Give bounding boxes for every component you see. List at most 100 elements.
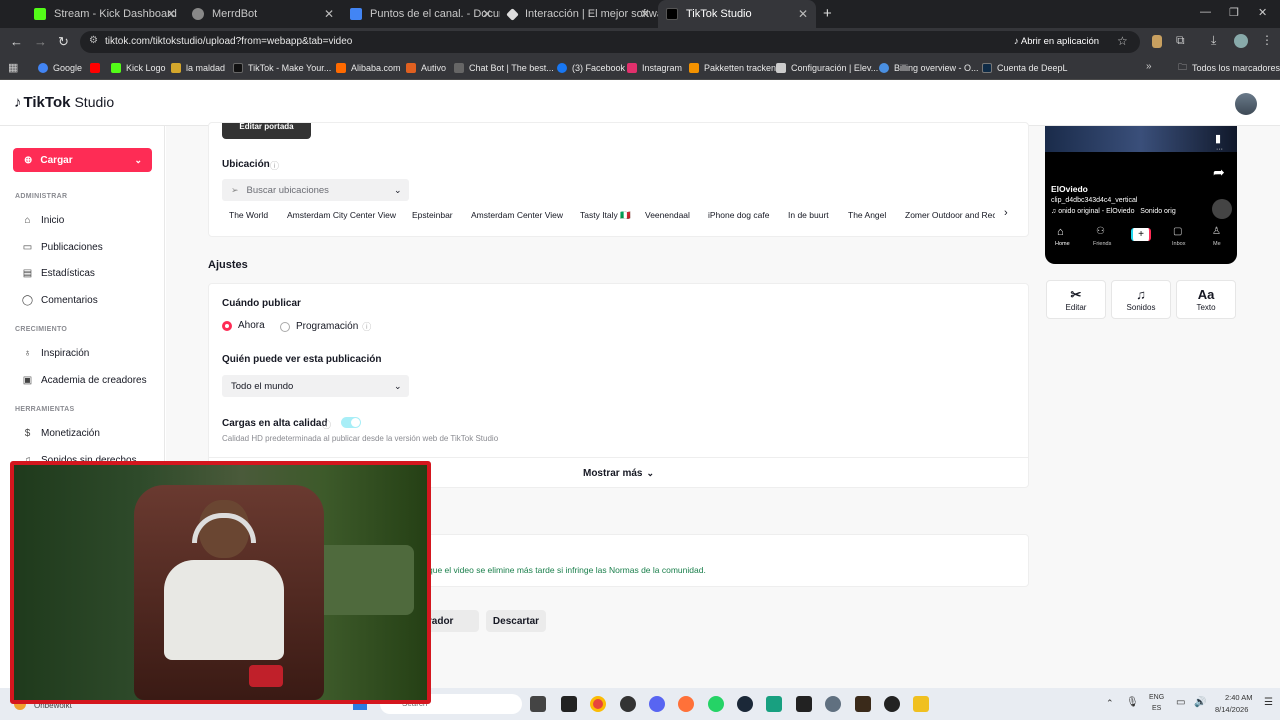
globe-icon (192, 8, 204, 20)
open-in-app-button[interactable]: ♪ Abrir en aplicación (1014, 36, 1099, 47)
upload-button[interactable]: ⊕ Cargar ⌄ (13, 148, 152, 172)
bookmark[interactable]: la maldad (171, 56, 225, 80)
tiktok-studio-logo[interactable]: ♪ TikTok Studio (14, 94, 114, 111)
bookmark[interactable]: Autivo (406, 56, 446, 80)
browser-tab[interactable]: Interacción | El mejor software ✕ (500, 0, 658, 28)
reload-icon[interactable]: ↻ (58, 34, 69, 50)
profile-avatar[interactable] (1234, 34, 1248, 48)
site-info-icon[interactable]: ⚙ (89, 35, 98, 46)
taskview-icon[interactable] (530, 696, 546, 712)
browser-tab-active[interactable]: TikTok Studio ✕ (658, 0, 816, 28)
star-icon[interactable]: ☆ (1117, 34, 1128, 48)
media-player-icon[interactable] (884, 696, 900, 712)
close-icon[interactable]: ✕ (640, 7, 650, 21)
all-bookmarks[interactable]: 🗀 Todos los marcadores (1178, 56, 1280, 80)
audio-app-icon[interactable] (766, 696, 782, 712)
new-tab-button[interactable]: + (823, 5, 832, 22)
sidebar-item-analytics[interactable]: ▤ Estadísticas (22, 268, 95, 279)
sidebar-item-monetization[interactable]: $ Monetización (22, 428, 100, 439)
location-chip[interactable]: Amsterdam City Center View (287, 210, 396, 220)
chrome-icon[interactable] (590, 696, 606, 712)
maximize-button[interactable]: ❐ (1229, 6, 1239, 19)
url-field[interactable]: ⚙ tiktok.com/tiktokstudio/upload?from=we… (80, 31, 1140, 53)
notification-icon[interactable]: ☰ (1264, 697, 1273, 708)
extension-icon[interactable] (1152, 35, 1162, 48)
obs-icon[interactable] (796, 696, 812, 712)
location-search-input[interactable]: ➢ Buscar ubicaciones ⌄ (222, 179, 409, 201)
user-avatar[interactable] (1235, 93, 1257, 115)
bookmark[interactable]: (3) Facebook (557, 56, 625, 80)
hq-toggle[interactable] (341, 417, 361, 428)
close-icon[interactable]: ✕ (482, 7, 492, 21)
location-chip[interactable]: The World (229, 210, 268, 220)
volume-icon[interactable]: 🔊 (1194, 697, 1206, 708)
menu-icon[interactable]: ⋮ (1261, 33, 1273, 47)
location-chip[interactable]: Amsterdam Center View (471, 210, 563, 220)
whatsapp-icon[interactable] (708, 696, 724, 712)
sidebar-item-home[interactable]: ⌂ Inicio (22, 215, 64, 226)
chevron-right-icon[interactable]: › (1004, 207, 1008, 219)
location-chip[interactable]: Veenendaal (645, 210, 690, 220)
browser-tab[interactable]: Stream - Kick Dashboard ✕ (26, 0, 184, 28)
sidebar-item-posts[interactable]: ▭ Publicaciones (22, 242, 103, 253)
location-chip[interactable]: iPhone dog cafe (708, 210, 769, 220)
clock-date[interactable]: 8/14/2026 (1215, 705, 1248, 714)
discord-icon[interactable] (649, 696, 665, 712)
tab-title: Stream - Kick Dashboard (54, 8, 177, 20)
close-icon[interactable]: ✕ (324, 7, 334, 21)
edit-cover-button[interactable]: Editar portada (222, 123, 311, 139)
microphone-icon[interactable]: 🎙 (1126, 697, 1139, 708)
bookmark[interactable]: Chat Bot | The best... (454, 56, 554, 80)
puzzle-icon[interactable]: ⧉ (1176, 33, 1185, 48)
privacy-select[interactable]: Todo el mundo ⌄ (222, 375, 409, 397)
bookmark[interactable]: Configuración | Elev... (776, 56, 878, 80)
file-explorer-icon[interactable] (913, 696, 929, 712)
location-chip[interactable]: In de buurt (788, 210, 829, 220)
location-chip[interactable]: Epsteinbar (412, 210, 453, 220)
firefox-icon[interactable] (678, 696, 694, 712)
settings-icon[interactable] (825, 696, 841, 712)
sidebar-item-comments[interactable]: ◯ Comentarios (22, 295, 98, 306)
location-chip[interactable]: The Angel (848, 210, 886, 220)
bookmark[interactable]: Google (38, 56, 82, 80)
location-chip[interactable]: Zomer Outdoor and Rec (905, 210, 995, 220)
language-top[interactable]: ENG (1149, 694, 1164, 701)
edit-tool-button[interactable]: ✂ Editar (1046, 280, 1106, 319)
sidebar-item-academy[interactable]: ▣ Academia de creadores (22, 375, 147, 386)
steam-icon[interactable] (737, 696, 753, 712)
radio-now[interactable]: Ahora (222, 320, 265, 331)
close-icon[interactable]: ✕ (166, 7, 176, 21)
location-chip[interactable]: Tasty Italy 🇮🇹 (580, 210, 631, 221)
discard-button[interactable]: Descartar (486, 610, 546, 632)
back-icon[interactable]: ← (10, 34, 23, 49)
bookmark[interactable]: Cuenta de DeepL (982, 56, 1068, 80)
browser-tab[interactable]: MerrdBot ✕ (184, 0, 342, 28)
app-icon[interactable] (855, 696, 871, 712)
sidebar-item-inspiration[interactable]: ♁ Inspiración (22, 348, 90, 359)
bookmark[interactable]: Instagram (627, 56, 682, 80)
bookmark[interactable]: Kick Logo (111, 56, 166, 80)
close-icon[interactable]: ✕ (798, 7, 808, 21)
window-close-button[interactable]: ✕ (1258, 6, 1267, 19)
network-icon[interactable]: ▭ (1176, 697, 1185, 708)
sounds-tool-button[interactable]: ♫ Sonidos (1111, 280, 1171, 319)
apps-grid-icon[interactable]: ▦ (8, 61, 18, 74)
bookmark[interactable]: TikTok - Make Your... (233, 56, 331, 80)
bookmark[interactable] (90, 56, 105, 80)
bookmark[interactable]: Billing overview - O... (879, 56, 979, 80)
text-tool-button[interactable]: Aa Texto (1176, 280, 1236, 319)
browser-tab[interactable]: Puntos de el canal. - Document ✕ (342, 0, 500, 28)
download-icon[interactable]: ⤓ (1211, 33, 1216, 48)
music-note-icon: ♫ (1136, 287, 1146, 302)
app-icon[interactable] (561, 696, 577, 712)
language-bottom[interactable]: ES (1152, 705, 1161, 712)
more-bookmarks-icon[interactable]: » (1146, 61, 1152, 72)
bookmark[interactable]: Pakketten tracken (689, 56, 776, 80)
bookmark[interactable]: Alibaba.com (336, 56, 401, 80)
minimize-button[interactable]: — (1200, 6, 1211, 18)
chevron-up-icon[interactable]: ⌃ (1106, 698, 1114, 709)
clock-time[interactable]: 2:40 AM (1225, 693, 1253, 702)
radio-schedule[interactable]: Programación ⓘ (280, 320, 371, 333)
forward-icon[interactable]: → (34, 34, 47, 49)
app-icon[interactable] (620, 696, 636, 712)
